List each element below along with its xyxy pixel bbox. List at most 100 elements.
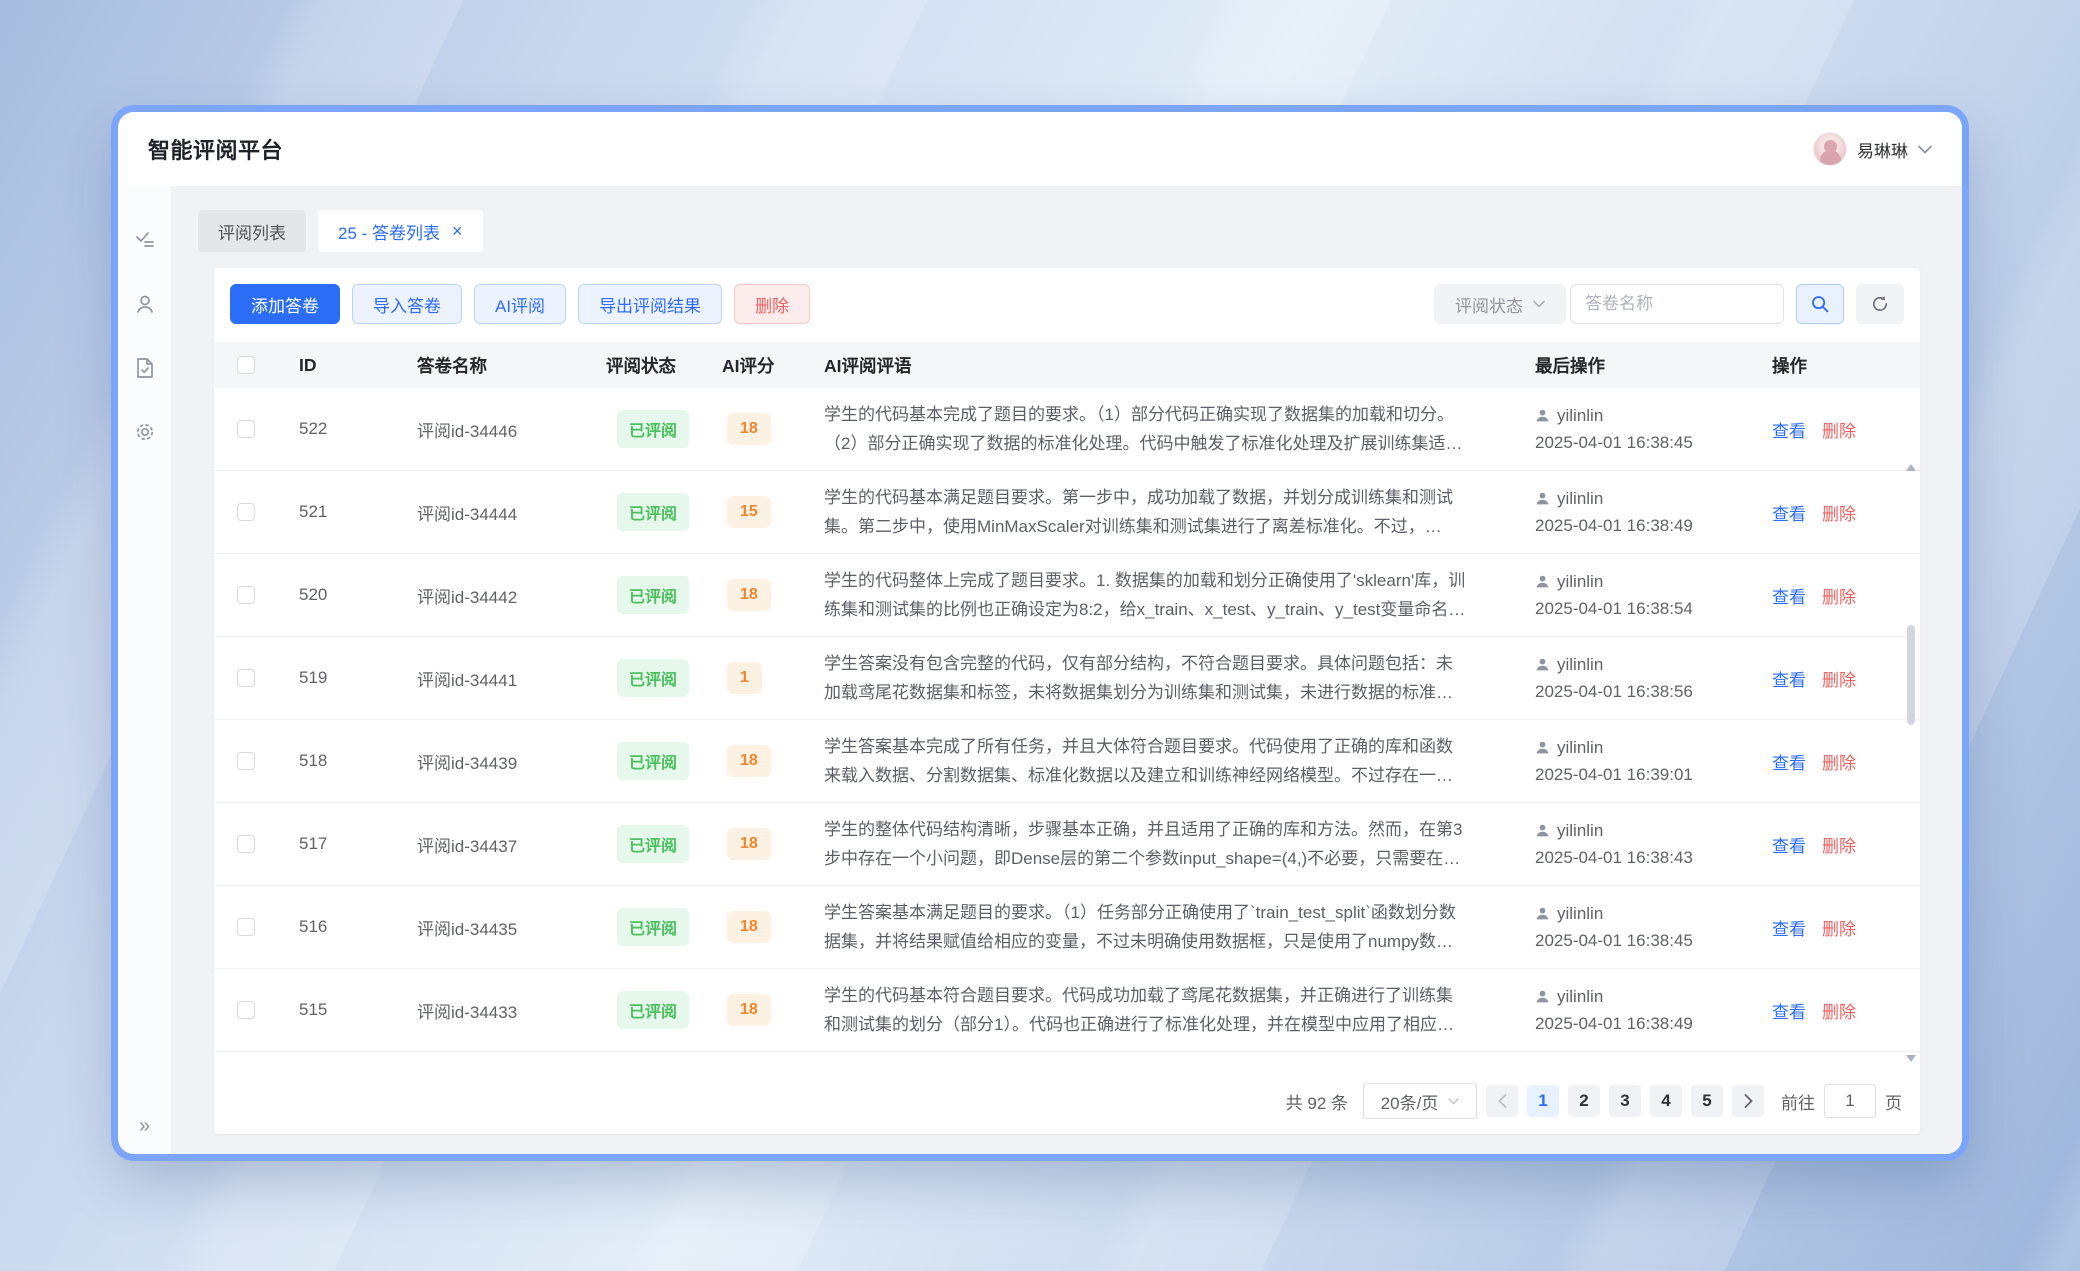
delete-link[interactable]: 删除 bbox=[1822, 583, 1856, 608]
table-row: 516 评阅id-34435 已评阅 18 学生答案基本满足题目的要求。（1）任… bbox=[214, 886, 1920, 969]
view-link[interactable]: 查看 bbox=[1772, 998, 1806, 1023]
row-id: 520 bbox=[278, 585, 417, 605]
goto-page-input[interactable] bbox=[1824, 1084, 1876, 1118]
refresh-button[interactable] bbox=[1856, 284, 1904, 324]
page-button-4[interactable]: 4 bbox=[1650, 1085, 1682, 1117]
ai-comment: 学生的代码整体上完成了题目要求。1. 数据集的加载和划分正确使用了'sklear… bbox=[824, 566, 1535, 624]
page-button-5[interactable]: 5 bbox=[1691, 1085, 1723, 1117]
refresh-icon bbox=[1870, 294, 1890, 314]
view-link[interactable]: 查看 bbox=[1772, 417, 1806, 442]
tab-review-list[interactable]: 评阅列表 bbox=[198, 210, 306, 252]
row-checkbox[interactable] bbox=[237, 669, 255, 687]
scrollbar-thumb[interactable] bbox=[1907, 625, 1915, 725]
col-header-comment: AI评阅评语 bbox=[824, 353, 1535, 378]
row-answer-name: 评阅id-34435 bbox=[417, 915, 606, 940]
view-link[interactable]: 查看 bbox=[1772, 749, 1806, 774]
row-checkbox[interactable] bbox=[237, 1001, 255, 1019]
select-all-checkbox[interactable] bbox=[237, 356, 255, 374]
delete-link[interactable]: 删除 bbox=[1822, 998, 1856, 1023]
sidebar-collapse-icon[interactable]: » bbox=[139, 1115, 150, 1138]
row-answer-name: 评阅id-34433 bbox=[417, 998, 606, 1023]
app-window: 智能评阅平台 易琳琳 » bbox=[118, 112, 1962, 1154]
score-badge: 18 bbox=[727, 828, 771, 860]
user-icon[interactable] bbox=[133, 292, 157, 316]
operator-name: yilinlin bbox=[1557, 734, 1603, 761]
delete-link[interactable]: 删除 bbox=[1822, 666, 1856, 691]
row-answer-name: 评阅id-34437 bbox=[417, 832, 606, 857]
scroll-up-icon[interactable] bbox=[1906, 464, 1916, 471]
status-badge: 已评阅 bbox=[617, 991, 689, 1029]
user-icon bbox=[1535, 657, 1550, 672]
answer-name-input[interactable] bbox=[1570, 284, 1784, 324]
delete-button[interactable]: 删除 bbox=[734, 284, 810, 324]
status-badge: 已评阅 bbox=[617, 410, 689, 448]
delete-link[interactable]: 删除 bbox=[1822, 832, 1856, 857]
window-header: 智能评阅平台 易琳琳 bbox=[118, 112, 1962, 186]
operation-time: 2025-04-01 16:38:49 bbox=[1535, 512, 1772, 539]
page-button-3[interactable]: 3 bbox=[1609, 1085, 1641, 1117]
delete-link[interactable]: 删除 bbox=[1822, 417, 1856, 442]
row-checkbox[interactable] bbox=[237, 503, 255, 521]
page-title: 智能评阅平台 bbox=[148, 133, 283, 165]
document-check-icon[interactable] bbox=[133, 356, 157, 380]
table-row: 521 评阅id-34444 已评阅 15 学生的代码基本满足题目要求。第一步中… bbox=[214, 471, 1920, 554]
row-checkbox[interactable] bbox=[237, 752, 255, 770]
search-button[interactable] bbox=[1796, 284, 1844, 324]
page-size-select[interactable]: 20条/页 bbox=[1363, 1083, 1477, 1119]
ai-comment: 学生的代码基本完成了题目的要求。（1）部分代码正确实现了数据集的加载和切分。（2… bbox=[824, 400, 1535, 458]
row-checkbox[interactable] bbox=[237, 835, 255, 853]
ai-comment: 学生的代码基本满足题目要求。第一步中，成功加载了数据，并划分成训练集和测试集。第… bbox=[824, 483, 1535, 541]
status-badge: 已评阅 bbox=[617, 908, 689, 946]
user-menu[interactable]: 易琳琳 bbox=[1813, 132, 1932, 166]
view-link[interactable]: 查看 bbox=[1772, 915, 1806, 940]
operator-name: yilinlin bbox=[1557, 817, 1603, 844]
row-answer-name: 评阅id-34446 bbox=[417, 417, 606, 442]
table-row: 518 评阅id-34439 已评阅 18 学生答案基本完成了所有任务，并且大体… bbox=[214, 720, 1920, 803]
page-button-1[interactable]: 1 bbox=[1527, 1085, 1559, 1117]
prev-page-button[interactable] bbox=[1486, 1085, 1518, 1117]
table-scrollbar[interactable] bbox=[1905, 464, 1917, 1062]
tab-bar: 评阅列表 25 - 答卷列表 × bbox=[198, 210, 1920, 252]
close-icon[interactable]: × bbox=[452, 222, 463, 240]
add-answer-button[interactable]: 添加答卷 bbox=[230, 284, 340, 324]
col-header-status: 评阅状态 bbox=[606, 353, 722, 378]
delete-link[interactable]: 删除 bbox=[1822, 500, 1856, 525]
ai-comment: 学生答案基本满足题目的要求。（1）任务部分正确使用了`train_test_sp… bbox=[824, 898, 1535, 956]
page-button-2[interactable]: 2 bbox=[1568, 1085, 1600, 1117]
tab-answer-list[interactable]: 25 - 答卷列表 × bbox=[318, 210, 483, 252]
row-answer-name: 评阅id-34444 bbox=[417, 500, 606, 525]
ai-comment: 学生答案没有包含完整的代码，仅有部分结构，不符合题目要求。具体问题包括：未加载鸢… bbox=[824, 649, 1535, 707]
delete-link[interactable]: 删除 bbox=[1822, 915, 1856, 940]
table-row: 515 评阅id-34433 已评阅 18 学生的代码基本符合题目要求。代码成功… bbox=[214, 969, 1920, 1052]
review-status-select[interactable]: 评阅状态 bbox=[1434, 284, 1566, 324]
delete-link[interactable]: 删除 bbox=[1822, 749, 1856, 774]
view-link[interactable]: 查看 bbox=[1772, 832, 1806, 857]
chevron-down-icon bbox=[1448, 1098, 1459, 1105]
row-answer-name: 评阅id-34439 bbox=[417, 749, 606, 774]
row-checkbox[interactable] bbox=[237, 918, 255, 936]
checklist-icon[interactable] bbox=[133, 228, 157, 252]
col-header-score: AI评分 bbox=[722, 353, 824, 378]
next-page-button[interactable] bbox=[1732, 1085, 1764, 1117]
search-icon bbox=[1810, 294, 1830, 314]
user-icon bbox=[1535, 989, 1550, 1004]
view-link[interactable]: 查看 bbox=[1772, 500, 1806, 525]
export-results-button[interactable]: 导出评阅结果 bbox=[578, 284, 722, 324]
last-operation: yilinlin 2025-04-01 16:38:49 bbox=[1535, 485, 1772, 539]
score-badge: 18 bbox=[727, 745, 771, 777]
avatar[interactable] bbox=[1813, 132, 1847, 166]
user-icon bbox=[1535, 574, 1550, 589]
view-link[interactable]: 查看 bbox=[1772, 666, 1806, 691]
row-checkbox[interactable] bbox=[237, 586, 255, 604]
last-operation: yilinlin 2025-04-01 16:39:01 bbox=[1535, 734, 1772, 788]
sidebar: » bbox=[118, 186, 172, 1154]
import-answer-button[interactable]: 导入答卷 bbox=[352, 284, 462, 324]
settings-icon[interactable] bbox=[133, 420, 157, 444]
row-checkbox[interactable] bbox=[237, 420, 255, 438]
scroll-down-icon[interactable] bbox=[1906, 1055, 1916, 1062]
main-content: 评阅列表 25 - 答卷列表 × 添加答卷 导入答卷 AI评阅 导出评阅结果 删… bbox=[172, 186, 1962, 1154]
user-icon bbox=[1535, 491, 1550, 506]
ai-review-button[interactable]: AI评阅 bbox=[474, 284, 566, 324]
col-header-name: 答卷名称 bbox=[417, 353, 606, 378]
view-link[interactable]: 查看 bbox=[1772, 583, 1806, 608]
